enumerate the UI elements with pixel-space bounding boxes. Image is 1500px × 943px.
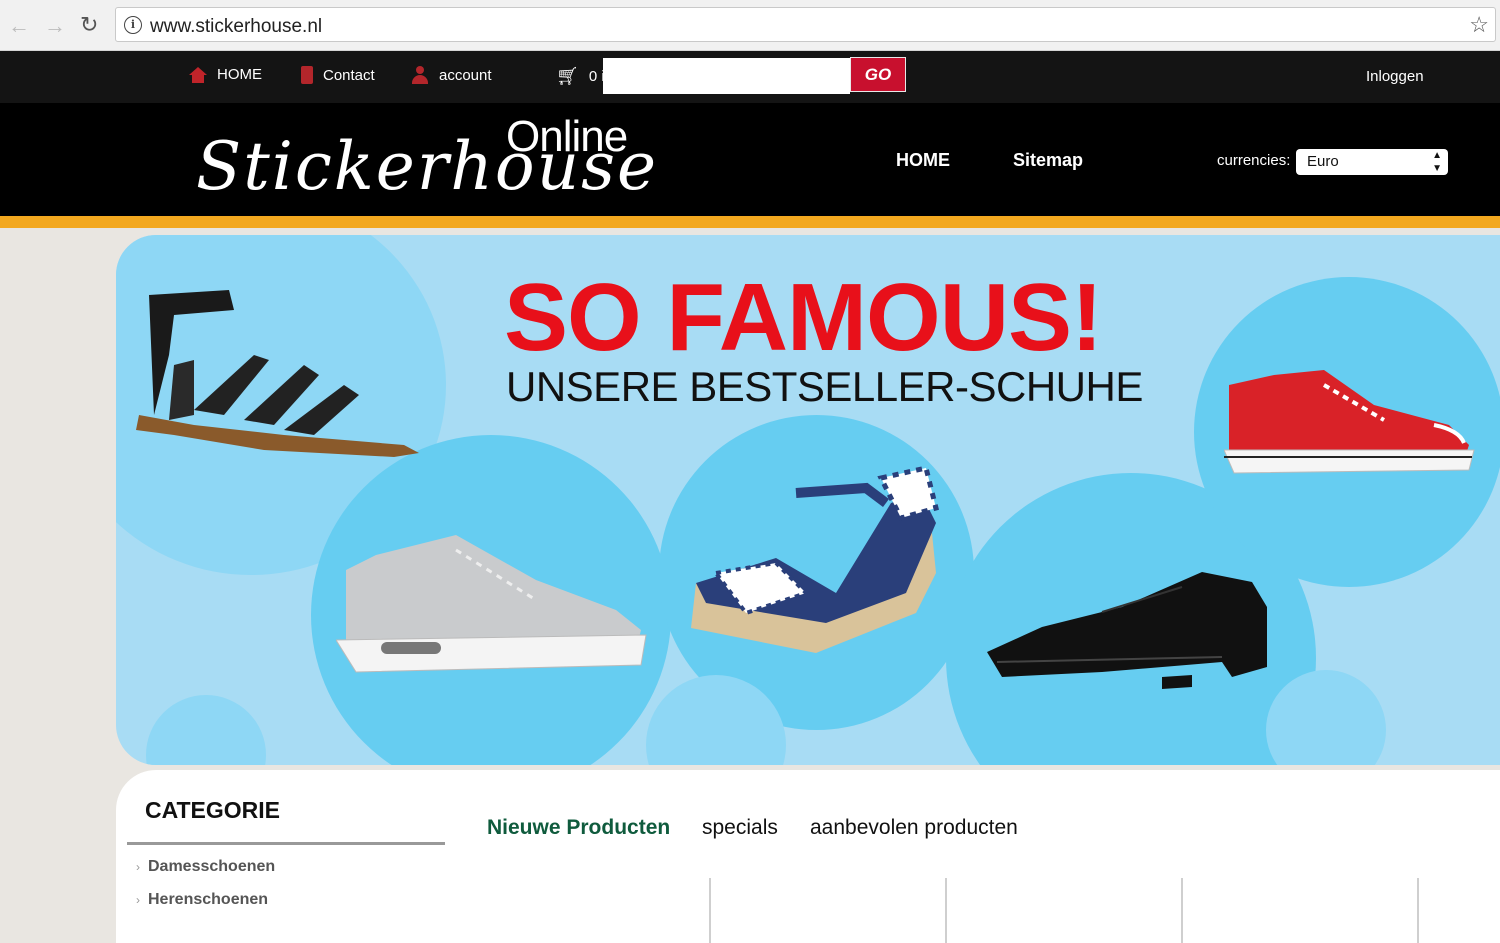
bg-circle [146, 695, 266, 765]
oxford-shoe-image [987, 572, 1267, 689]
cart-link[interactable]: 🛒︎ 0 i [556, 66, 605, 87]
red-sneaker-image [1224, 370, 1475, 474]
product-divider [1417, 878, 1419, 943]
search-input[interactable] [603, 58, 850, 94]
login-link[interactable]: Inloggen [1366, 68, 1424, 85]
select-arrows-icon: ▲ ▼ [1432, 150, 1442, 174]
address-bar[interactable]: i www.stickerhouse.nl ☆ [115, 7, 1496, 42]
product-divider [1181, 878, 1183, 943]
currencies-label: currencies: [1217, 152, 1291, 169]
top-contact-link[interactable]: Contact [301, 66, 375, 84]
chevron-right-icon: › [136, 893, 140, 907]
currency-selected: Euro [1307, 153, 1339, 170]
nav-sitemap[interactable]: Sitemap [1013, 150, 1083, 171]
info-icon[interactable]: i [124, 16, 142, 34]
content-area [116, 770, 1500, 943]
cart-icon: 🛒︎ [556, 66, 579, 86]
go-button[interactable]: GO [850, 57, 906, 92]
banner-subtitle: UNSERE BESTSELLER-SCHUHE [506, 363, 1143, 410]
top-home-link[interactable]: HOME [189, 66, 262, 83]
wedge-sandal-image [691, 465, 940, 653]
hero-banner[interactable]: SO FAMOUS! UNSERE BESTSELLER-SCHUHE [116, 235, 1500, 765]
tab-nieuwe-producten[interactable]: Nieuwe Producten [487, 816, 670, 840]
category-item-dames[interactable]: › Damesschoenen [136, 858, 275, 876]
category-item-label: Herenschoenen [148, 891, 269, 908]
category-item-label: Damesschoenen [148, 858, 276, 875]
bookmark-star-icon[interactable]: ☆ [1469, 12, 1489, 38]
url-text[interactable]: www.stickerhouse.nl [150, 16, 322, 38]
product-divider [709, 878, 711, 943]
logo-wordmark[interactable]: Stickerhouse [196, 128, 658, 205]
back-arrow-icon[interactable]: ← [8, 13, 30, 39]
banner-title: SO FAMOUS! [504, 264, 1103, 371]
category-title: CATEGORIE [145, 797, 281, 823]
home-icon [189, 66, 207, 83]
forward-arrow-icon[interactable]: → [44, 13, 66, 39]
phone-icon [301, 66, 313, 84]
nav-home[interactable]: HOME [896, 150, 950, 171]
browser-toolbar: ← → ↻ i www.stickerhouse.nl ☆ [0, 0, 1500, 51]
top-account-link[interactable]: account [411, 66, 492, 84]
top-home-label: HOME [217, 66, 262, 83]
tab-specials[interactable]: specials [702, 816, 778, 840]
product-divider [945, 878, 947, 943]
top-contact-label: Contact [323, 66, 375, 84]
accent-stripe [0, 216, 1500, 228]
reload-icon[interactable]: ↻ [80, 12, 98, 38]
currency-select[interactable]: Euro ▲ ▼ [1296, 149, 1448, 175]
category-divider [127, 842, 445, 845]
sneaker-image [336, 535, 647, 673]
user-icon [411, 66, 429, 84]
top-account-label: account [439, 66, 492, 84]
sandal-image [136, 290, 419, 457]
chevron-right-icon: › [136, 860, 140, 874]
tab-aanbevolen-producten[interactable]: aanbevolen producten [810, 816, 1018, 840]
category-item-heren[interactable]: › Herenschoenen [136, 891, 268, 909]
